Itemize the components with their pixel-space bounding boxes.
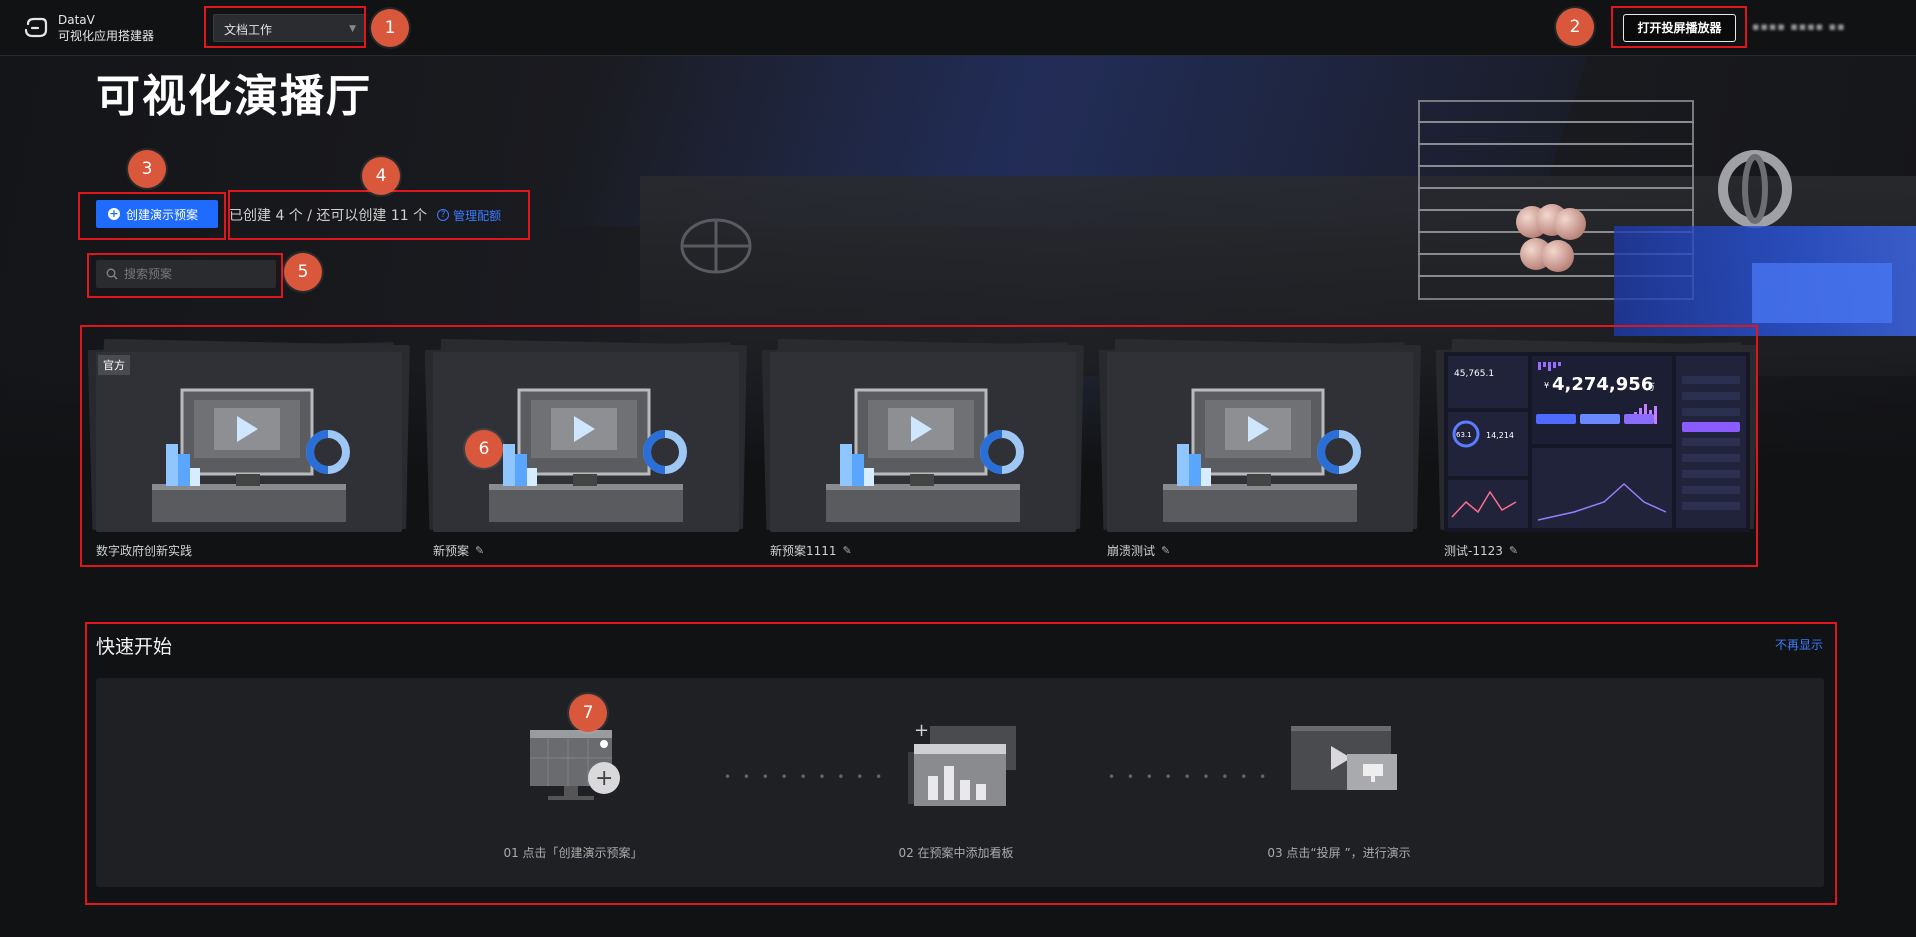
annotation-badge: 7 [569,694,607,732]
annotation-box [85,622,1837,905]
annotation-box [204,6,366,48]
blue-block-face [1752,263,1892,323]
annotation-badge: 5 [284,253,322,291]
brand-name: DataV [58,13,95,27]
annotation-badge: 3 [128,150,166,188]
ring-decoration [1718,150,1792,228]
annotation-box [1611,6,1747,48]
brand-subtitle: 可视化应用搭建器 [58,29,155,43]
datav-logo-icon [24,17,48,38]
annotation-box [80,325,1758,567]
spheres-decoration [1516,204,1586,272]
user-name[interactable]: ▪▪▪▪ ▪▪▪▪ ▪▪ [1752,20,1878,34]
brand-text: DataV 可视化应用搭建器 [58,12,154,44]
annotation-badge: 1 [371,9,409,47]
page-title: 可视化演播厅 [96,71,372,122]
globe-decoration [680,218,752,274]
annotation-badge: 4 [362,157,400,195]
annotation-box [228,190,530,240]
annotation-box [78,192,226,240]
annotation-box [87,253,283,298]
annotation-badge: 6 [465,430,503,468]
annotation-badge: 2 [1556,8,1594,46]
app-logo[interactable]: DataV 可视化应用搭建器 [22,12,154,44]
